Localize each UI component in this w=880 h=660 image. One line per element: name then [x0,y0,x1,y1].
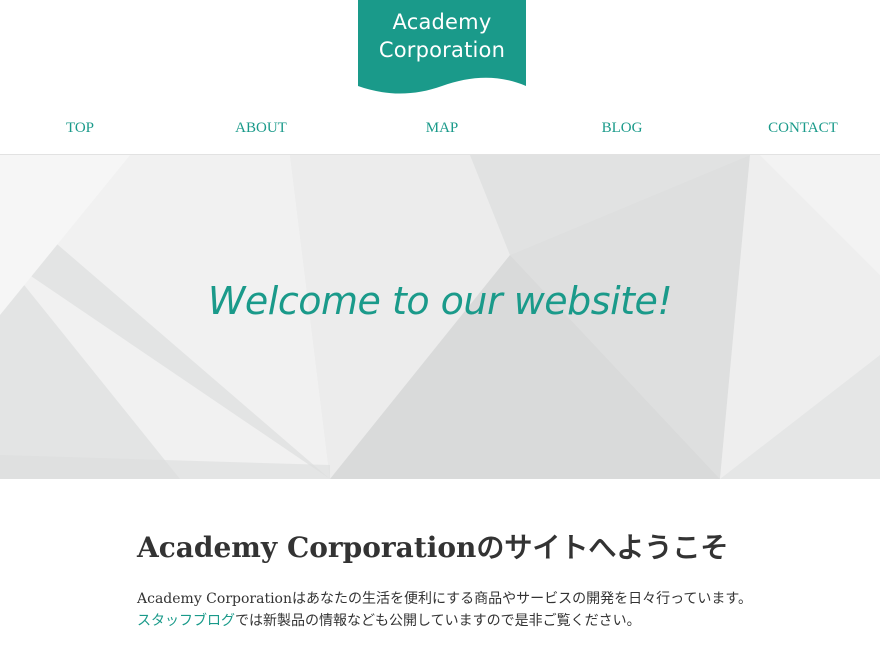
nav-item-top[interactable]: TOP [0,120,160,137]
nav-item-map[interactable]: MAP [362,120,522,137]
intro-line-2: では新製品の情報なども公開していますので是非ご覧ください。 [235,613,641,629]
nav-item-blog[interactable]: BLOG [542,120,702,137]
hero-headline: Welcome to our website! [207,279,673,323]
intro-paragraph: Academy Corporationはあなたの生活を便利にする商品やサービスの… [137,588,797,632]
welcome-section: Academy Corporationのサイトへようこそ Academy Cor… [137,528,797,632]
logo-line-1: Academy [392,10,492,34]
main-nav: TOP ABOUT MAP BLOG CONTACT [0,112,880,155]
intro-line-1: Academy Corporationはあなたの生活を便利にする商品やサービスの… [137,591,753,607]
page-title: Academy Corporationのサイトへようこそ [137,531,729,564]
hero-banner: Welcome to our website! [0,155,880,479]
logo-line-2: Corporation [378,38,506,62]
nav-item-about[interactable]: ABOUT [181,120,341,137]
staff-blog-link[interactable]: スタッフブログ [137,613,235,629]
nav-item-contact[interactable]: CONTACT [723,120,880,137]
site-logo[interactable]: Academy Corporation [358,0,526,94]
logo-text: Academy Corporation [358,8,526,64]
page: Academy Corporation TOP ABOUT MAP BLOG C… [0,0,880,660]
